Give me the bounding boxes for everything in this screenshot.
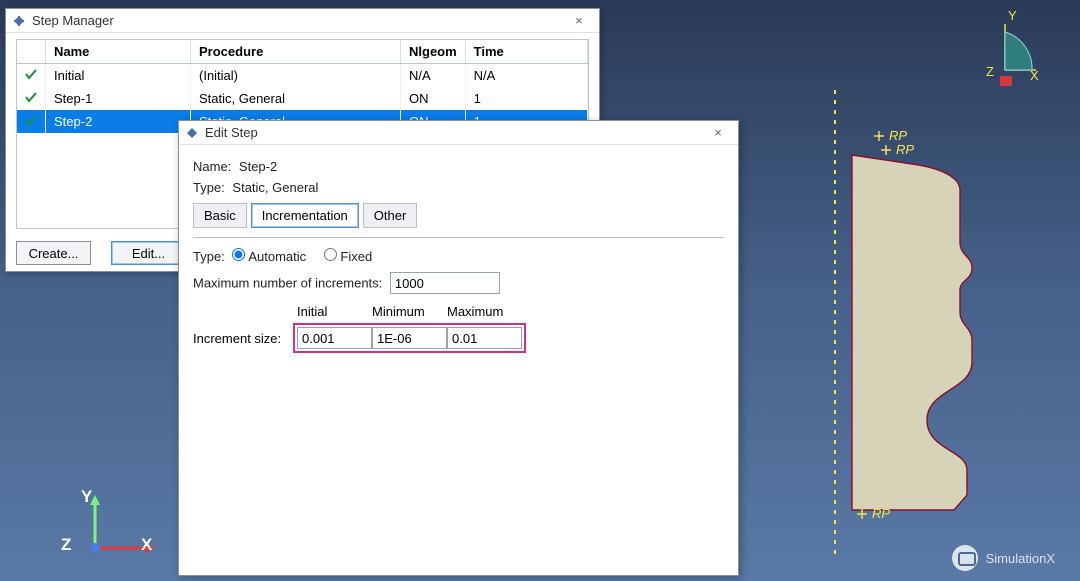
increment-type-label: Type: [193,249,225,264]
step-manager-titlebar[interactable]: Step Manager × [6,9,599,33]
step-manager-buttonrow: Create... Edit... [16,241,186,265]
edit-step-titlebar[interactable]: Edit Step × [179,121,738,145]
wechat-watermark: SimulationX [952,545,1055,571]
edit-button[interactable]: Edit... [111,241,186,265]
col-procedure[interactable]: Procedure [191,40,401,64]
radio-fixed-label: Fixed [340,249,372,264]
maxnum-label: Maximum number of increments: [193,276,382,291]
col-check [17,40,46,64]
axis-label-x: X [141,535,152,555]
cell-name: Step-1 [46,87,191,110]
rp-label: RP [872,506,890,521]
radio-fixed-input[interactable] [324,248,337,261]
increment-min-input[interactable] [372,327,447,349]
col-time[interactable]: Time [465,40,587,64]
create-button[interactable]: Create... [16,241,91,265]
maxnum-row: Maximum number of increments: [193,272,724,294]
checkmark-icon [17,110,46,133]
table-row[interactable]: Initial (Initial) N/A N/A [17,64,588,88]
wechat-icon [952,545,978,571]
axis-label-z: Z [61,535,71,555]
increment-size-row: Increment size: [193,323,724,353]
part-profile-icon [842,150,982,525]
radio-fixed[interactable]: Fixed [324,249,372,264]
radio-automatic-label: Automatic [248,249,306,264]
increment-max-input[interactable] [447,327,522,349]
cell-procedure: (Initial) [191,64,401,88]
reference-point-1[interactable]: RP [873,128,907,143]
header-minimum: Minimum [372,304,447,319]
col-name[interactable]: Name [46,40,191,64]
tab-divider [193,237,724,238]
maxnum-input[interactable] [390,272,500,294]
increment-headers: Initial Minimum Maximum [297,304,724,319]
name-value: Step-2 [239,159,277,174]
radio-automatic[interactable]: Automatic [232,249,309,264]
tabs: Basic Incrementation Other [193,203,724,228]
radio-automatic-input[interactable] [232,248,245,261]
view-triad-bottomleft[interactable]: Y X Z [75,493,165,566]
cell-nlgeom: N/A [401,64,466,88]
cell-time: N/A [465,64,587,88]
type-row: Type: Static, General [193,180,724,195]
edit-step-title: Edit Step [205,125,704,140]
rp-label: RP [889,128,907,143]
app-icon [185,126,199,140]
edit-step-dialog[interactable]: Edit Step × Name: Step-2 Type: Static, G… [178,120,739,576]
increment-initial-input[interactable] [297,327,372,349]
view-triad-topright[interactable]: Y X Z [970,10,1040,93]
rp-label: RP [896,142,914,157]
col-nlgeom[interactable]: Nlgeom [401,40,466,64]
header-maximum: Maximum [447,304,522,319]
watermark-text: SimulationX [986,551,1055,566]
app-icon [12,14,26,28]
name-label: Name: [193,159,231,174]
name-row: Name: Step-2 [193,159,724,174]
axis-label-y: Y [81,487,92,507]
cell-time: 1 [465,87,587,110]
model-part[interactable] [842,150,982,525]
type-value: Static, General [232,180,318,195]
increment-type-row: Type: Automatic Fixed [193,248,724,264]
tab-other[interactable]: Other [363,203,418,228]
header-initial: Initial [297,304,372,319]
reference-point-3[interactable]: RP [856,506,890,521]
incsize-label: Increment size: [193,331,293,346]
type-label: Type: [193,180,225,195]
step-manager-title: Step Manager [32,13,565,28]
cell-procedure: Static, General [191,87,401,110]
highlight-box [293,323,526,353]
svg-text:Y: Y [1008,10,1017,23]
cell-name: Initial [46,64,191,88]
checkmark-icon [17,64,46,88]
close-icon[interactable]: × [704,125,732,140]
triad-icon: Y X Z [970,10,1040,90]
cell-nlgeom: ON [401,87,466,110]
table-row[interactable]: Step-1 Static, General ON 1 [17,87,588,110]
tab-basic[interactable]: Basic [193,203,247,228]
svg-text:Z: Z [986,64,994,79]
close-icon[interactable]: × [565,13,593,28]
symmetry-axis [834,90,836,560]
tab-incrementation[interactable]: Incrementation [251,203,359,228]
edit-step-body: Name: Step-2 Type: Static, General Basic… [179,145,738,575]
reference-point-2[interactable]: RP [880,142,914,157]
checkmark-icon [17,87,46,110]
cell-name: Step-2 [46,110,191,133]
